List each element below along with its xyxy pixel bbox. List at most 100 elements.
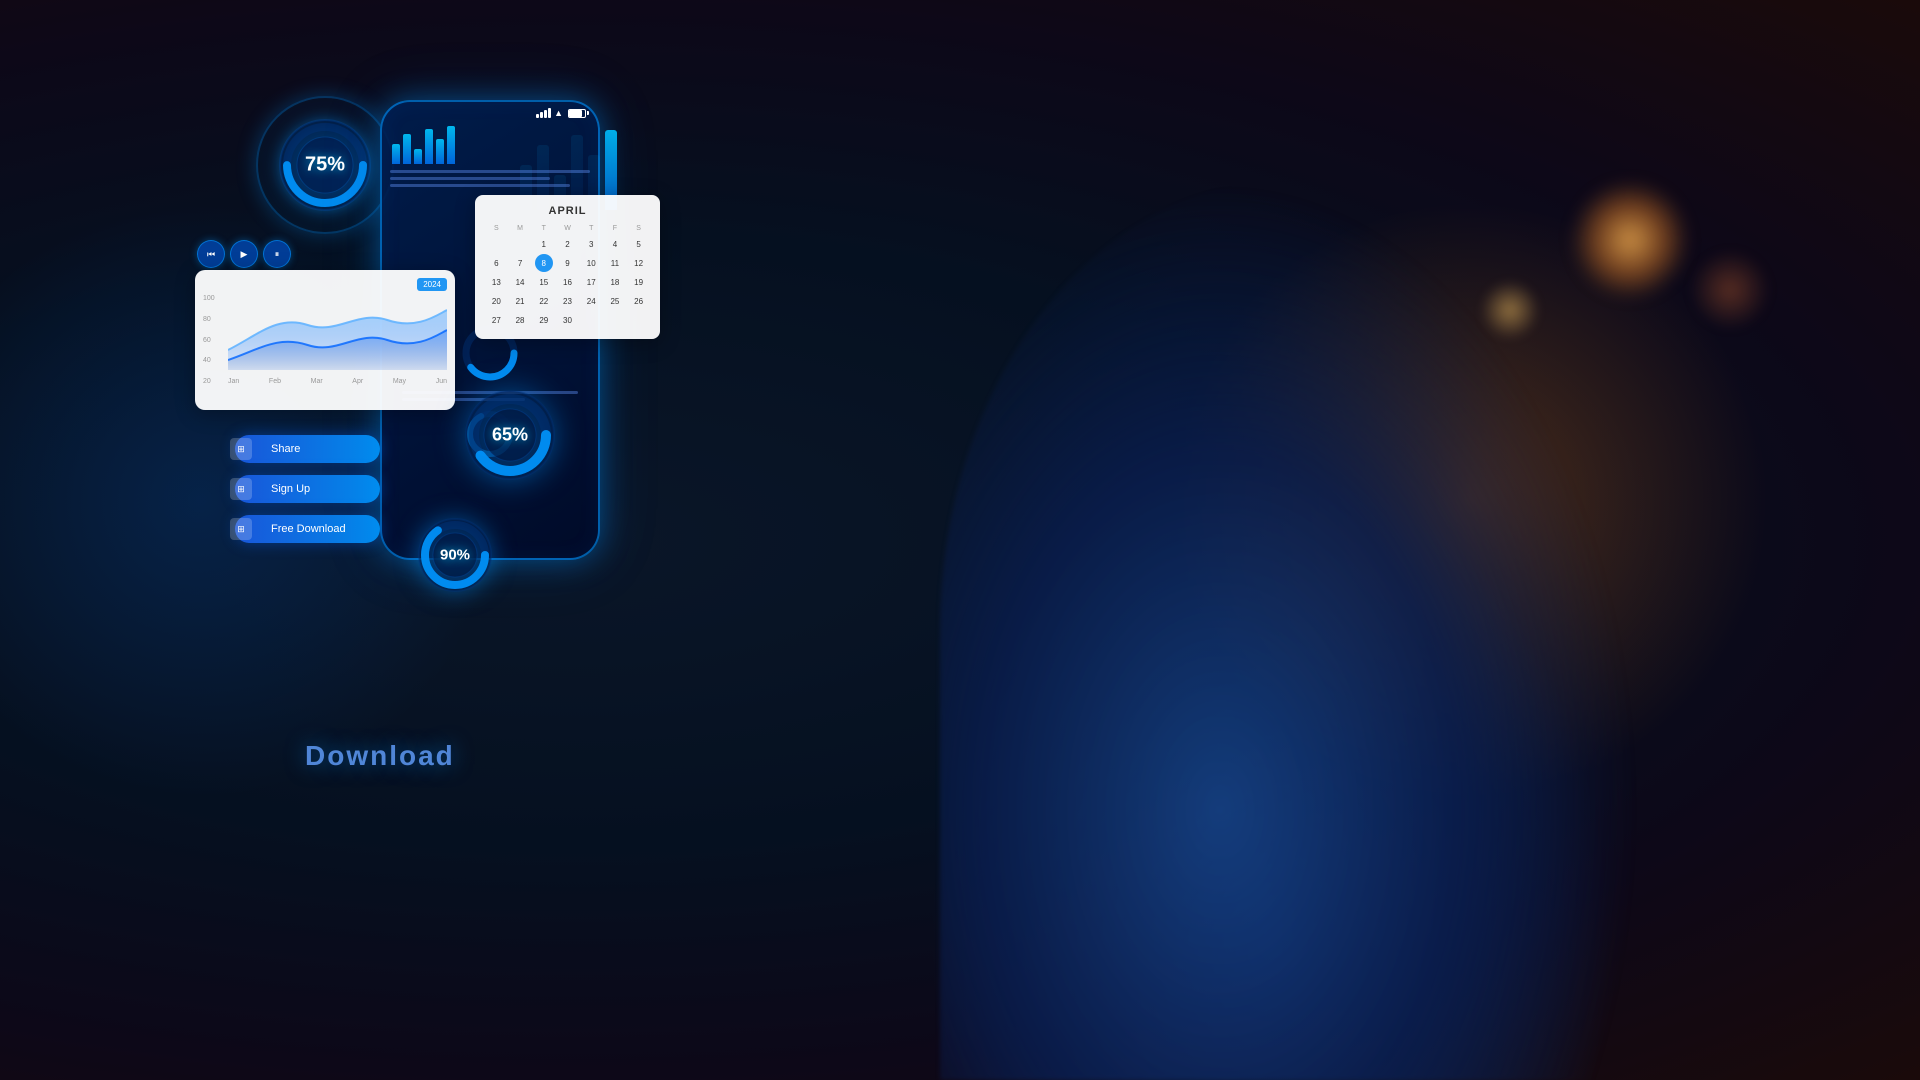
cal-day-24[interactable]: 24	[582, 292, 600, 310]
cal-day-18[interactable]: 18	[606, 273, 624, 291]
cal-day-10[interactable]: 10	[582, 254, 600, 272]
donut-65: 65%	[455, 380, 565, 490]
x-label-may: May	[393, 378, 406, 385]
cal-header-w: W	[556, 223, 579, 234]
signal-bar-1	[536, 114, 539, 118]
calendar-grid: S M T W T F S 1 2 3 4 5 6 7 8 9 10 11 12…	[485, 223, 650, 329]
free-download-button-label: Free Download	[271, 523, 346, 535]
cal-day-22[interactable]: 22	[535, 292, 553, 310]
cal-day-14[interactable]: 14	[511, 273, 529, 291]
wifi-icon: ▲	[554, 108, 563, 118]
cal-day-3[interactable]: 3	[582, 235, 600, 253]
cal-header-f: F	[604, 223, 627, 234]
chart-area: 100 80 60 40 20	[203, 295, 447, 385]
gauge-75: 75%	[270, 110, 380, 220]
cal-day-11[interactable]: 11	[606, 254, 624, 272]
chart-x-labels: Jan Feb Mar Apr May Jun	[228, 378, 447, 385]
cal-header-s2: S	[627, 223, 650, 234]
phone-line-1	[390, 170, 590, 173]
cal-header-t1: T	[532, 223, 555, 234]
status-icons: ▲	[536, 108, 586, 118]
cal-day-5[interactable]: 5	[630, 235, 648, 253]
cal-header-m: M	[509, 223, 532, 234]
signal-bar-4	[548, 108, 551, 118]
bokeh-light-3	[1690, 250, 1770, 330]
cal-day-9[interactable]: 9	[558, 254, 576, 272]
cal-day-27[interactable]: 27	[487, 311, 505, 329]
x-label-jan: Jan	[228, 378, 239, 385]
cal-day-2[interactable]: 2	[558, 235, 576, 253]
cal-day-28[interactable]: 28	[511, 311, 529, 329]
cal-day-empty-2	[511, 235, 529, 253]
y-label-40: 40	[203, 357, 215, 364]
cal-header-t2: T	[580, 223, 603, 234]
cal-day-25[interactable]: 25	[606, 292, 624, 310]
cal-day-20[interactable]: 20	[487, 292, 505, 310]
donut-90: 90%	[410, 510, 500, 600]
signup-button-label: Sign Up	[271, 483, 310, 495]
y-label-80: 80	[203, 316, 215, 323]
chart-year-badge: 2024	[417, 278, 447, 291]
media-play-button[interactable]: ▶	[230, 240, 258, 268]
phone-line-3	[390, 184, 570, 187]
area-chart-card: 2024 100 80 60 40 20	[195, 270, 455, 410]
cal-day-4[interactable]: 4	[606, 235, 624, 253]
chart-svg-container	[228, 295, 447, 370]
phone-lines-top	[382, 170, 598, 187]
y-label-60: 60	[203, 337, 215, 344]
phone-bar-6	[447, 126, 455, 164]
cal-day-empty-3	[582, 311, 600, 329]
media-controls: ⏮ ▶ ⏸	[197, 240, 291, 268]
phone-line-2	[390, 177, 550, 180]
cal-day-12[interactable]: 12	[630, 254, 648, 272]
chart-y-labels: 100 80 60 40 20	[203, 295, 215, 385]
calendar-month: APRIL	[485, 205, 650, 217]
cal-day-8-selected[interactable]: 8	[535, 254, 553, 272]
cal-day-7[interactable]: 7	[511, 254, 529, 272]
gauge-75-label: 75%	[305, 154, 345, 177]
share-icon: ⊞	[230, 438, 252, 460]
cal-day-21[interactable]: 21	[511, 292, 529, 310]
y-label-20: 20	[203, 378, 215, 385]
cal-day-29[interactable]: 29	[535, 311, 553, 329]
cal-day-empty-1	[487, 235, 505, 253]
signal-bar-3	[544, 110, 547, 118]
cal-day-19[interactable]: 19	[630, 273, 648, 291]
signal-bar-2	[540, 112, 543, 118]
signup-icon: ⊞	[230, 478, 252, 500]
phone-bar-chart	[382, 124, 598, 164]
battery-icon	[568, 109, 586, 118]
phone-bar-2	[403, 134, 411, 164]
share-button-label: Share	[271, 443, 300, 455]
signup-button[interactable]: ⊞ Sign Up	[235, 475, 380, 503]
action-buttons: ⊞ Share ⊞ Sign Up ⊞ Free Download	[235, 435, 380, 543]
share-button[interactable]: ⊞ Share	[235, 435, 380, 463]
donut-90-label: 90%	[440, 547, 470, 564]
cal-day-26[interactable]: 26	[630, 292, 648, 310]
x-label-mar: Mar	[311, 378, 323, 385]
cal-day-17[interactable]: 17	[582, 273, 600, 291]
phone-bar-5	[436, 139, 444, 164]
cal-day-15[interactable]: 15	[535, 273, 553, 291]
phone-status-bar: ▲	[382, 102, 598, 124]
calendar-card: APRIL S M T W T F S 1 2 3 4 5 6 7 8 9 10…	[475, 195, 660, 339]
x-label-feb: Feb	[269, 378, 281, 385]
phone-bar-4	[425, 129, 433, 164]
cal-day-16[interactable]: 16	[558, 273, 576, 291]
cal-day-1[interactable]: 1	[535, 235, 553, 253]
media-prev-button[interactable]: ⏮	[197, 240, 225, 268]
cal-day-23[interactable]: 23	[558, 292, 576, 310]
free-download-button[interactable]: ⊞ Free Download	[235, 515, 380, 543]
cal-day-6[interactable]: 6	[487, 254, 505, 272]
y-label-100: 100	[203, 295, 215, 302]
battery-fill	[569, 110, 582, 117]
cal-header-s1: S	[485, 223, 508, 234]
download-text: Download	[305, 740, 455, 772]
cal-day-30[interactable]: 30	[558, 311, 576, 329]
chart-card-header: 2024	[203, 278, 447, 291]
media-pause-button[interactable]: ⏸	[263, 240, 291, 268]
cal-day-13[interactable]: 13	[487, 273, 505, 291]
phone-bar-3	[414, 149, 422, 164]
download-icon: ⊞	[230, 518, 252, 540]
bokeh-light-1	[1570, 180, 1690, 300]
